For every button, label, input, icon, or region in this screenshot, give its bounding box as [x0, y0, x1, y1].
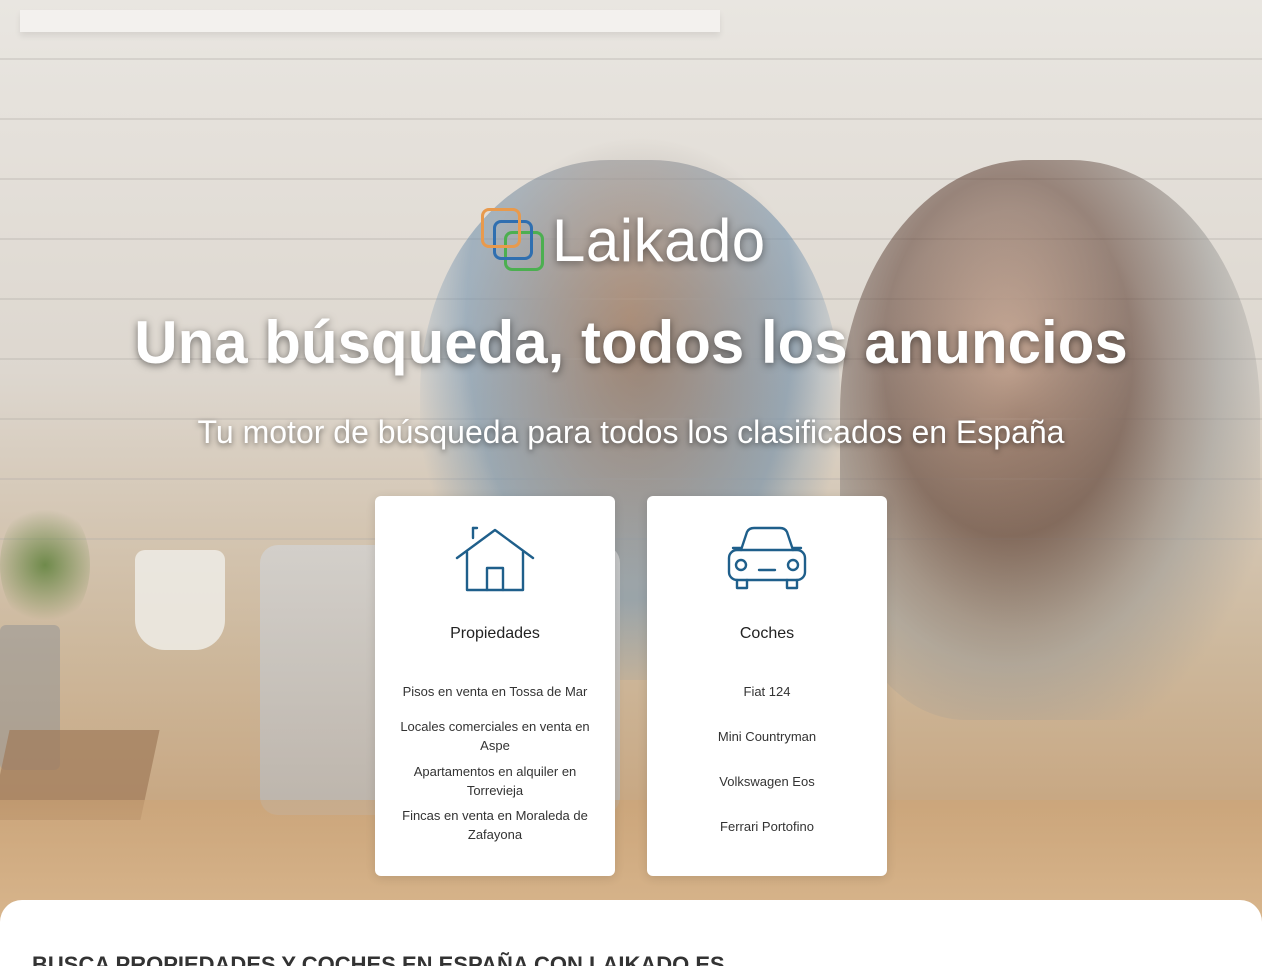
content-section: BUSCA PROPIEDADES Y COCHES EN ESPAÑA CON… — [0, 900, 1262, 966]
property-link[interactable]: Apartamentos en alquiler en Torrevieja — [395, 762, 595, 800]
property-link[interactable]: Fincas en venta en Moraleda de Zafayona — [395, 806, 595, 844]
hero-background — [0, 0, 1262, 930]
cars-title: Coches — [739, 625, 795, 642]
shelf — [20, 10, 720, 32]
car-link[interactable]: Mini Countryman — [667, 727, 867, 746]
properties-title: Propiedades — [450, 625, 540, 642]
property-link[interactable]: Locales comerciales en venta en Aspe — [395, 717, 595, 755]
logo-icon — [480, 207, 546, 273]
properties-card[interactable]: Propiedades Pisos en venta en Tossa de M… — [375, 496, 615, 876]
car-link[interactable]: Fiat 124 — [667, 682, 867, 701]
logo-square-orange — [481, 208, 521, 248]
house-icon — [455, 526, 535, 592]
car-link[interactable]: Volkswagen Eos — [667, 772, 867, 791]
property-link[interactable]: Pisos en venta en Tossa de Mar — [395, 682, 595, 701]
hero-subheadline: Tu motor de búsqueda para todos los clas… — [197, 414, 1065, 450]
logo-text: Laikado — [552, 206, 766, 274]
section-title: BUSCA PROPIEDADES Y COCHES EN ESPAÑA CON… — [32, 952, 725, 966]
car-icon — [727, 526, 807, 590]
car-link[interactable]: Ferrari Portofino — [667, 817, 867, 836]
pitcher — [135, 550, 225, 650]
hero-headline: Una búsqueda, todos los anuncios — [134, 309, 1128, 376]
logo[interactable]: Laikado — [480, 206, 766, 274]
plant — [0, 500, 90, 630]
cars-card[interactable]: Coches Fiat 124 Mini Countryman Volkswag… — [647, 496, 887, 876]
